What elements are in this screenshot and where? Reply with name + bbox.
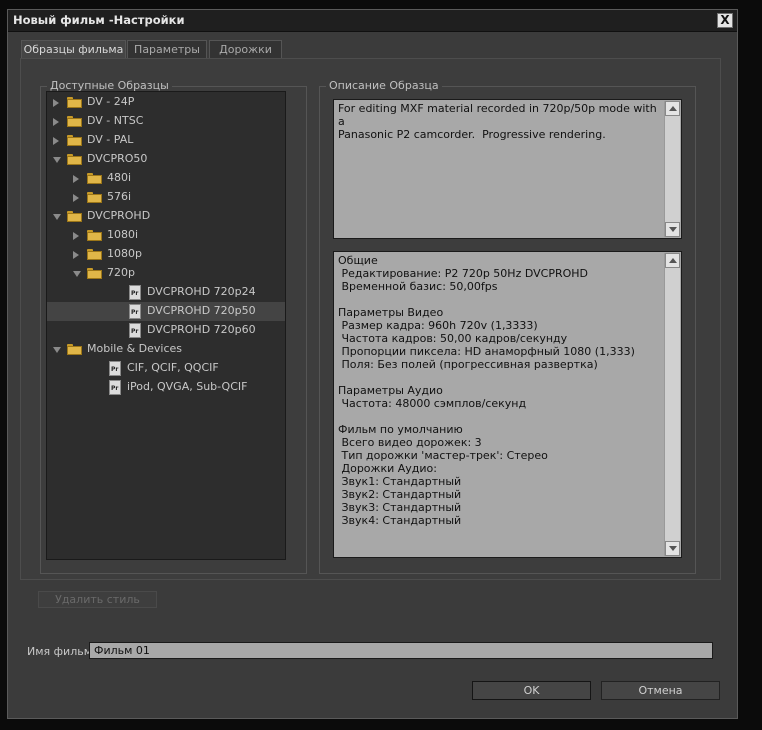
tab-presets[interactable]: Образцы фильма <box>21 40 126 60</box>
tree-folder-item[interactable]: Mobile & Devices <box>47 340 285 359</box>
expand-right-icon[interactable] <box>73 194 79 202</box>
folder-icon <box>87 173 102 184</box>
tab-settings[interactable]: Параметры <box>127 40 207 59</box>
tree-folder-item[interactable]: 720p <box>47 264 285 283</box>
description-text: For editing MXF material recorded in 720… <box>338 102 657 141</box>
tree-item-label: 720p <box>107 266 135 279</box>
title-bar[interactable]: Новый фильм -Настройки X <box>8 10 737 32</box>
expand-down-icon[interactable] <box>53 347 61 353</box>
tree-preset-item[interactable]: Pr DVCPROHD 720p24 <box>47 283 285 302</box>
tree-folder-item[interactable]: DVCPRO50 <box>47 150 285 169</box>
delete-style-button[interactable]: Удалить стиль <box>38 591 157 608</box>
preset-file-icon: Pr <box>109 361 121 376</box>
tree-folder-item[interactable]: DV - NTSC <box>47 112 285 131</box>
details-scrollbar[interactable] <box>664 253 680 556</box>
preset-file-icon: Pr <box>109 380 121 395</box>
expand-down-icon[interactable] <box>73 271 81 277</box>
tree-folder-item[interactable]: DV - PAL <box>47 131 285 150</box>
tree-item-label: 1080i <box>107 228 139 241</box>
tree-item-label: DV - NTSC <box>87 114 144 127</box>
expand-right-icon[interactable] <box>53 118 59 126</box>
folder-icon <box>67 97 82 108</box>
preset-file-icon: Pr <box>129 323 141 338</box>
tree-item-label: DVCPROHD 720p50 <box>147 304 256 317</box>
film-name-input[interactable]: Фильм 01 <box>89 642 713 659</box>
ok-button[interactable]: OK <box>472 681 591 700</box>
folder-icon <box>87 268 102 279</box>
expand-right-icon[interactable] <box>73 251 79 259</box>
tab-tracks[interactable]: Дорожки <box>209 40 282 59</box>
scroll-down-icon[interactable] <box>665 541 680 556</box>
tree-folder-item[interactable]: 576i <box>47 188 285 207</box>
presets-tree[interactable]: DV - 24P DV - NTSC DV - PAL DVCPRO50 480i 576… <box>46 91 286 560</box>
folder-icon <box>67 344 82 355</box>
folder-icon <box>67 135 82 146</box>
scroll-up-icon[interactable] <box>665 101 680 116</box>
tree-item-label: 480i <box>107 171 132 184</box>
tree-preset-item[interactable]: Pr DVCPROHD 720p50 <box>47 302 285 321</box>
scroll-up-icon[interactable] <box>665 253 680 268</box>
expand-right-icon[interactable] <box>53 99 59 107</box>
preset-file-icon: Pr <box>129 285 141 300</box>
preset-file-icon: Pr <box>129 304 141 319</box>
close-button[interactable]: X <box>717 13 733 28</box>
expand-down-icon[interactable] <box>53 214 61 220</box>
expand-right-icon[interactable] <box>73 232 79 240</box>
tree-folder-item[interactable]: 1080p <box>47 245 285 264</box>
folder-icon <box>67 154 82 165</box>
tree-item-label: Mobile & Devices <box>87 342 183 355</box>
expand-down-icon[interactable] <box>53 157 61 163</box>
tree-item-label: CIF, QCIF, QQCIF <box>127 361 219 374</box>
tree-item-label: DVCPROHD <box>87 209 151 222</box>
description-group-label: Описание Образца <box>326 79 442 92</box>
cancel-button[interactable]: Отмена <box>601 681 720 700</box>
tree-item-label: DV - PAL <box>87 133 134 146</box>
tree-item-label: DV - 24P <box>87 95 135 108</box>
folder-icon <box>67 116 82 127</box>
folder-icon <box>87 249 102 260</box>
tree-item-label: 1080p <box>107 247 142 260</box>
details-textbox[interactable]: Общие Редактирование: P2 720p 50Hz DVCPR… <box>333 251 682 558</box>
tree-folder-item[interactable]: 480i <box>47 169 285 188</box>
tree-preset-item[interactable]: Pr iPod, QVGA, Sub-QCIF <box>47 378 285 397</box>
folder-icon <box>67 211 82 222</box>
tree-folder-item[interactable]: 1080i <box>47 226 285 245</box>
description-textbox[interactable]: For editing MXF material recorded in 720… <box>333 99 682 239</box>
expand-right-icon[interactable] <box>53 137 59 145</box>
scroll-down-icon[interactable] <box>665 222 680 237</box>
expand-right-icon[interactable] <box>73 175 79 183</box>
tree-folder-item[interactable]: DVCPROHD <box>47 207 285 226</box>
folder-icon <box>87 192 102 203</box>
details-text: Общие Редактирование: P2 720p 50Hz DVCPR… <box>338 254 635 527</box>
tree-item-label: 576i <box>107 190 132 203</box>
tree-item-label: DVCPRO50 <box>87 152 148 165</box>
tree-preset-item[interactable]: Pr DVCPROHD 720p60 <box>47 321 285 340</box>
tree-preset-item[interactable]: Pr CIF, QCIF, QQCIF <box>47 359 285 378</box>
folder-icon <box>87 230 102 241</box>
tree-item-label: DVCPROHD 720p60 <box>147 323 256 336</box>
window-title: Новый фильм -Настройки <box>13 13 185 27</box>
tree-item-label: DVCPROHD 720p24 <box>147 285 256 298</box>
tree-item-label: iPod, QVGA, Sub-QCIF <box>127 380 248 393</box>
description-scrollbar[interactable] <box>664 101 680 237</box>
tree-folder-item[interactable]: DV - 24P <box>47 93 285 112</box>
